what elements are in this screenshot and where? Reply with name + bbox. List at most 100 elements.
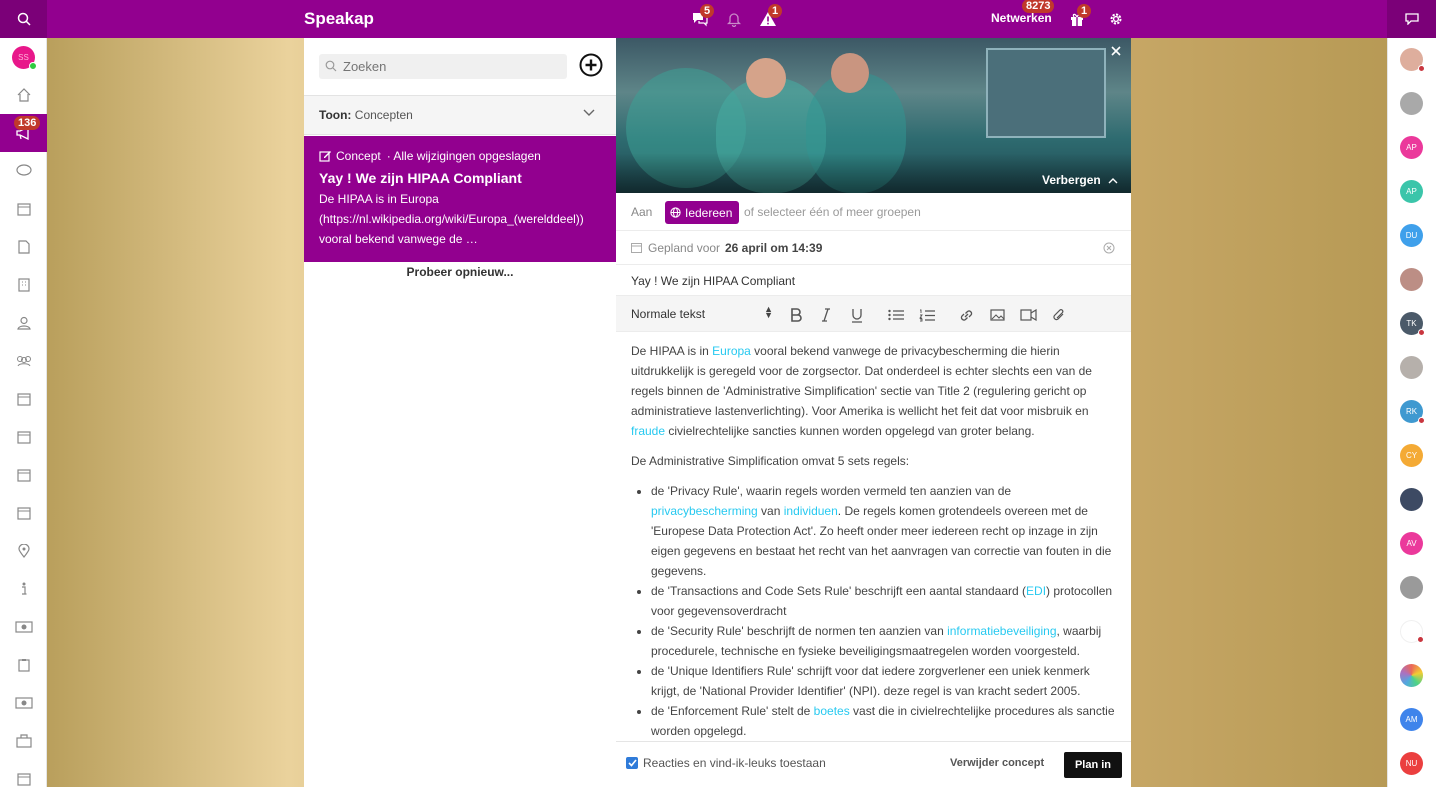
list-item: de 'Security Rule' beschrijft de normen … xyxy=(651,621,1121,661)
document-icon xyxy=(17,240,30,254)
draft-status-row: Concept · Alle wijzigingen opgeslagen xyxy=(319,149,601,163)
contact-avatar[interactable] xyxy=(1400,488,1423,511)
user-avatar[interactable]: SS xyxy=(0,38,47,76)
post-body-editor[interactable]: De HIPAA is in Europa vooral bekend vanw… xyxy=(631,341,1121,741)
chat-button[interactable]: 5 xyxy=(690,4,715,29)
numbered-list-button[interactable] xyxy=(918,306,936,324)
top-bar: Speakap 5 1 Netwerken 8273 1 xyxy=(0,0,1436,38)
notifications-button[interactable] xyxy=(724,9,744,29)
schedule-value[interactable]: 26 april om 14:39 xyxy=(725,241,822,255)
nav-calendar-4[interactable] xyxy=(0,494,47,532)
chevron-down-icon xyxy=(583,109,595,116)
nav-calendar-5[interactable] xyxy=(0,760,47,787)
attachment-button[interactable] xyxy=(1050,306,1068,324)
schedule-button[interactable]: Plan in xyxy=(1064,752,1122,778)
nav-home[interactable] xyxy=(0,76,47,114)
contact-avatar[interactable]: AV xyxy=(1400,532,1423,555)
body-link[interactable]: Europa xyxy=(712,344,751,358)
networks-button[interactable]: Netwerken xyxy=(991,11,1052,25)
allow-comments-label[interactable]: Reacties en vind-ik-leuks toestaan xyxy=(643,756,826,770)
chat-panel-button[interactable] xyxy=(1387,0,1436,38)
body-link[interactable]: privacybescherming xyxy=(651,504,758,518)
audience-hint[interactable]: of selecteer één of meer groepen xyxy=(744,205,921,219)
settings-button[interactable] xyxy=(1106,9,1126,29)
alerts-button[interactable]: 1 xyxy=(758,4,783,29)
contact-avatar[interactable]: AP xyxy=(1400,136,1423,159)
nav-payments-1[interactable] xyxy=(0,608,47,646)
formatting-toolbar: Normale tekst ▲ ▼ xyxy=(616,296,1131,332)
format-select[interactable]: Normale tekst ▲ ▼ xyxy=(631,305,773,322)
image-button[interactable] xyxy=(988,306,1006,324)
italic-icon xyxy=(822,308,830,322)
body-link[interactable]: fraude xyxy=(631,424,665,438)
nav-events[interactable] xyxy=(0,190,47,228)
bullet-list-button[interactable] xyxy=(887,306,905,324)
nav-groups[interactable] xyxy=(0,342,47,380)
contact-initials: AV xyxy=(1406,539,1417,548)
clipboard-icon xyxy=(17,659,30,672)
app-logo[interactable]: Speakap xyxy=(304,9,374,29)
paperclip-icon xyxy=(1053,308,1064,320)
body-paragraph: De Administrative Simplification omvat 5… xyxy=(631,454,910,468)
allow-comments-checkbox[interactable] xyxy=(626,757,638,769)
body-link[interactable]: EDI xyxy=(1026,584,1046,598)
contact-avatar[interactable] xyxy=(1400,48,1425,72)
nav-calendar-1[interactable] xyxy=(0,380,47,418)
plus-circle-icon xyxy=(579,53,603,77)
underline-button[interactable] xyxy=(848,306,866,324)
link-button[interactable] xyxy=(957,306,975,324)
body-link[interactable]: boetes xyxy=(814,704,850,718)
nav-calendar-2[interactable] xyxy=(0,418,47,456)
nav-payments-2[interactable] xyxy=(0,684,47,722)
contact-avatar[interactable] xyxy=(1400,576,1423,599)
contact-avatar[interactable]: AP xyxy=(1400,180,1423,203)
body-link[interactable]: individuen xyxy=(784,504,838,518)
contact-initials: RK xyxy=(1405,407,1418,416)
title-field[interactable]: Yay ! We zijn HIPAA Compliant xyxy=(616,265,1131,296)
bold-button[interactable] xyxy=(787,306,805,324)
contact-avatar[interactable] xyxy=(1400,664,1423,687)
info-icon xyxy=(21,582,26,595)
search-input[interactable] xyxy=(343,54,563,79)
nav-buildings[interactable] xyxy=(0,266,47,304)
status-indicator xyxy=(1418,65,1425,72)
contact-avatar[interactable]: NU xyxy=(1400,752,1423,775)
contact-avatar[interactable]: RK xyxy=(1400,400,1425,424)
nav-jobs[interactable] xyxy=(0,722,47,760)
contact-avatar[interactable] xyxy=(1400,92,1423,115)
nav-locations[interactable] xyxy=(0,532,47,570)
list-item: de 'Unique Identifiers Rule' schrijft vo… xyxy=(651,661,1121,701)
draft-card[interactable]: Concept · Alle wijzigingen opgeslagen Ya… xyxy=(304,136,616,262)
video-button[interactable] xyxy=(1019,306,1037,324)
contact-avatar[interactable] xyxy=(1400,268,1423,291)
nav-conversations[interactable] xyxy=(0,152,47,190)
filter-dropdown[interactable]: Toon: Concepten xyxy=(304,95,616,135)
speech-bubble-icon xyxy=(1404,13,1419,25)
nav-info[interactable] xyxy=(0,570,47,608)
contact-avatar[interactable] xyxy=(1400,356,1423,379)
nav-documents[interactable] xyxy=(0,228,47,266)
body-text: de 'Privacy Rule', waarin regels worden … xyxy=(651,484,1012,498)
status-indicator xyxy=(1418,329,1425,336)
clear-schedule-icon[interactable] xyxy=(1103,242,1115,254)
contact-avatar[interactable] xyxy=(1400,620,1424,643)
retry-link[interactable]: Probeer opnieuw... xyxy=(304,265,616,279)
contact-avatar[interactable]: CY xyxy=(1400,444,1423,467)
nav-clipboard[interactable] xyxy=(0,646,47,684)
delete-draft-button[interactable]: Verwijder concept xyxy=(950,757,1044,769)
contact-avatar[interactable]: TK xyxy=(1400,312,1425,336)
body-link[interactable]: informatiebeveiliging xyxy=(947,624,1056,638)
contact-avatar[interactable]: AM xyxy=(1400,708,1423,731)
audience-chip[interactable]: Iedereen xyxy=(665,201,740,224)
close-icon[interactable] xyxy=(1111,46,1121,56)
nav-announcements[interactable]: 136 xyxy=(0,114,47,152)
draft-saved-status: · Alle wijzigingen opgeslagen xyxy=(386,149,541,163)
search-button[interactable] xyxy=(0,0,47,38)
contact-avatar[interactable]: DU xyxy=(1400,224,1423,247)
add-button[interactable] xyxy=(579,53,603,77)
gift-button[interactable]: 1 xyxy=(1067,4,1092,29)
hide-image-button[interactable]: Verbergen xyxy=(1042,173,1118,187)
nav-calendar-3[interactable] xyxy=(0,456,47,494)
nav-profile[interactable] xyxy=(0,304,47,342)
italic-button[interactable] xyxy=(817,306,835,324)
